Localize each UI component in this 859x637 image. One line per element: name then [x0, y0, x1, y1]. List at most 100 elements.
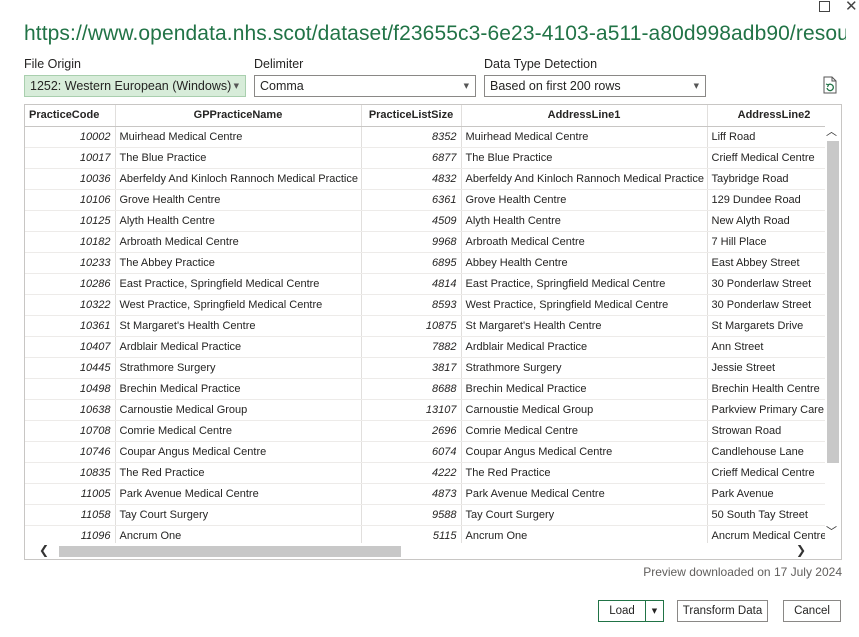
table-cell: Crieff Medical Centre: [707, 462, 841, 484]
table-cell: 10361: [25, 315, 116, 337]
table-cell: 8352: [361, 126, 462, 148]
scroll-down-icon[interactable]: ﹀: [826, 523, 837, 539]
horizontal-scrollbar[interactable]: ❮ ❯: [25, 543, 841, 559]
table-cell: St Margaret's Health Centre: [461, 315, 708, 337]
table-cell: Taybridge Road: [707, 168, 841, 190]
table-cell: Brechin Health Centre: [707, 378, 841, 400]
table-cell: Grove Health Centre: [461, 189, 708, 211]
load-button[interactable]: Load: [598, 600, 646, 622]
table-row: 10322 West Practice, Springfield Medical …: [25, 294, 841, 316]
table-row: 10125 Alyth Health Centre 4509 Alyth Health…: [25, 210, 841, 232]
table-cell: The Blue Practice: [115, 147, 362, 169]
table-cell: Carnoustie Medical Group: [115, 399, 362, 421]
table-row: 10036 Aberfeldy And Kinloch Rannoch Medic…: [25, 168, 841, 190]
table-cell: The Abbey Practice: [115, 252, 362, 274]
table-cell: 129 Dundee Road: [707, 189, 841, 211]
table-cell: New Alyth Road: [707, 210, 841, 232]
table-cell: 4832: [361, 168, 462, 190]
table-cell: 10835: [25, 462, 116, 484]
column-header[interactable]: GPPracticeName: [115, 105, 362, 127]
table-cell: Comrie Medical Centre: [115, 420, 362, 442]
table-cell: Abbey Health Centre: [461, 252, 708, 274]
preview-grid[interactable]: PracticeCode GPPracticeName PracticeListSi…: [24, 104, 842, 560]
table-cell: 6361: [361, 189, 462, 211]
column-header[interactable]: AddressLine2: [707, 105, 841, 127]
table-cell: Strowan Road: [707, 420, 841, 442]
table-cell: 3817: [361, 357, 462, 379]
file-origin-label: File Origin: [24, 57, 81, 71]
table-cell: 10017: [25, 147, 116, 169]
table-cell: Muirhead Medical Centre: [461, 126, 708, 148]
cancel-button[interactable]: Cancel: [783, 600, 841, 622]
load-options-button[interactable]: ▼: [645, 600, 664, 622]
table-cell: St Margarets Drive: [707, 315, 841, 337]
table-cell: Aberfeldy And Kinloch Rannoch Medical Pr…: [461, 168, 708, 190]
table-cell: Brechin Medical Practice: [461, 378, 708, 400]
maximize-icon[interactable]: [819, 1, 830, 12]
transform-data-button[interactable]: Transform Data: [677, 600, 768, 622]
table-cell: 6895: [361, 252, 462, 274]
table-cell: 10106: [25, 189, 116, 211]
scroll-up-icon[interactable]: ︿: [826, 123, 837, 139]
table-cell: 10708: [25, 420, 116, 442]
table-cell: Park Avenue Medical Centre: [461, 483, 708, 505]
file-origin-dropdown[interactable]: 1252: Western European (Windows) ▼: [24, 75, 246, 97]
column-header[interactable]: PracticeListSize: [361, 105, 462, 127]
table-cell: 6877: [361, 147, 462, 169]
table-cell: Coupar Angus Medical Centre: [461, 441, 708, 463]
table-cell: 10286: [25, 273, 116, 295]
data-type-detection-value: Based on first 200 rows: [490, 79, 621, 93]
data-type-detection-dropdown[interactable]: Based on first 200 rows ▼: [484, 75, 706, 97]
table-row: 10498 Brechin Medical Practice 8688 Brechin…: [25, 378, 841, 400]
table-cell: Jessie Street: [707, 357, 841, 379]
table-cell: Crieff Medical Centre: [707, 147, 841, 169]
column-header[interactable]: PracticeCode: [25, 105, 116, 127]
table-cell: 4222: [361, 462, 462, 484]
table-cell: The Blue Practice: [461, 147, 708, 169]
table-cell: West Practice, Springfield Medical Centr…: [115, 294, 362, 316]
table-cell: The Red Practice: [461, 462, 708, 484]
table-cell: Strathmore Surgery: [115, 357, 362, 379]
table-row: 10182 Arbroath Medical Centre 9968 Arbroath…: [25, 231, 841, 253]
delimiter-dropdown[interactable]: Comma ▼: [254, 75, 476, 97]
refresh-icon[interactable]: [822, 76, 838, 94]
scroll-right-icon[interactable]: ❯: [796, 543, 806, 557]
chevron-down-icon: ▼: [463, 82, 469, 90]
table-cell: 10002: [25, 126, 116, 148]
vertical-scrollbar[interactable]: ︿ ﹀: [825, 125, 841, 539]
column-header[interactable]: AddressLine1: [461, 105, 708, 127]
table-cell: Parkview Primary Care: [707, 399, 841, 421]
close-icon[interactable]: ✕: [845, 0, 858, 15]
table-cell: Arbroath Medical Centre: [461, 231, 708, 253]
table-cell: Ardblair Medical Practice: [461, 336, 708, 358]
table-cell: Muirhead Medical Centre: [115, 126, 362, 148]
table-cell: Brechin Medical Practice: [115, 378, 362, 400]
table-row: 10835 The Red Practice 4222 The Red Practic…: [25, 462, 841, 484]
table-cell: East Abbey Street: [707, 252, 841, 274]
delimiter-value: Comma: [260, 79, 304, 93]
table-cell: Alyth Health Centre: [115, 210, 362, 232]
table-cell: 10638: [25, 399, 116, 421]
table-cell: Arbroath Medical Centre: [115, 231, 362, 253]
table-row: 10361 St Margaret's Health Centre 10875 St …: [25, 315, 841, 337]
header-row: PracticeCode GPPracticeName PracticeListSi…: [25, 105, 841, 127]
delimiter-label: Delimiter: [254, 57, 304, 71]
table-cell: 10407: [25, 336, 116, 358]
table-cell: West Practice, Springfield Medical Centr…: [461, 294, 708, 316]
horizontal-scroll-thumb[interactable]: [59, 546, 401, 557]
table-cell: 10445: [25, 357, 116, 379]
table-cell: Carnoustie Medical Group: [461, 399, 708, 421]
vertical-scroll-thumb[interactable]: [827, 141, 839, 463]
table-cell: Comrie Medical Centre: [461, 420, 708, 442]
table-cell: 10125: [25, 210, 116, 232]
table-row: 11005 Park Avenue Medical Centre 4873 Park …: [25, 483, 841, 505]
table-cell: 10233: [25, 252, 116, 274]
scroll-left-icon[interactable]: ❮: [39, 543, 49, 557]
table-row: 10002 Muirhead Medical Centre 8352 Muirhead…: [25, 126, 841, 148]
table-row: 10746 Coupar Angus Medical Centre 6074 Coup…: [25, 441, 841, 463]
table-cell: 10036: [25, 168, 116, 190]
table-cell: 9968: [361, 231, 462, 253]
table-cell: East Practice, Springfield Medical Centr…: [461, 273, 708, 295]
file-origin-value: 1252: Western European (Windows): [30, 79, 232, 93]
table-row: 11058 Tay Court Surgery 9588 Tay Court Surg…: [25, 504, 841, 526]
